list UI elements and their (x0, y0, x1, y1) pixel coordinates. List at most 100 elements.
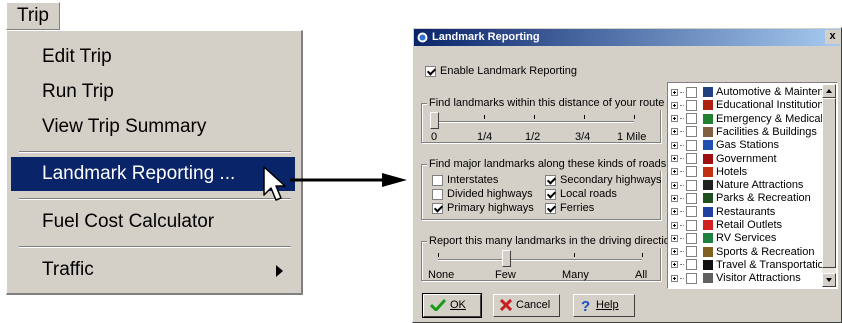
category-checkbox[interactable] (686, 113, 697, 125)
rv-icon (703, 233, 713, 244)
primary-highways-checkbox[interactable]: Primary highways (432, 202, 534, 215)
help-button[interactable]: ? Help (573, 294, 635, 317)
checkbox-box (432, 188, 443, 200)
tree-item[interactable]: Visitor Attractions (671, 272, 801, 285)
menu-item-run-trip[interactable]: Run Trip (11, 78, 295, 106)
school-icon (703, 100, 713, 111)
checkbox-box (432, 174, 443, 186)
landmark-categories-tree[interactable]: Automotive & MaintenanceEducational Inst… (667, 82, 838, 289)
gas-pump-icon (703, 140, 713, 151)
category-checkbox[interactable] (686, 206, 697, 218)
tree-item[interactable]: Sports & Recreation (671, 246, 814, 259)
expand-icon[interactable] (671, 194, 678, 202)
divided-highways-checkbox[interactable]: Divided highways (432, 188, 533, 201)
tree-connector (680, 158, 684, 160)
category-checkbox[interactable] (686, 86, 697, 98)
secondary-highways-checkbox[interactable]: Secondary highways (545, 174, 662, 187)
category-checkbox[interactable] (686, 272, 697, 284)
category-checkbox[interactable] (686, 192, 697, 204)
tree-scrollbar[interactable] (822, 84, 836, 287)
count-slider-thumb[interactable] (502, 250, 511, 267)
category-checkbox[interactable] (686, 179, 697, 191)
expand-icon[interactable] (671, 248, 678, 256)
tree-item[interactable]: Emergency & Medical (671, 113, 823, 126)
expand-icon[interactable] (671, 115, 678, 123)
menu-item-landmark-reporting[interactable]: Landmark Reporting ... (11, 157, 295, 191)
building-icon (703, 126, 713, 137)
tree-item[interactable]: Facilities & Buildings (671, 126, 817, 139)
menu-item-traffic[interactable]: Traffic (11, 256, 295, 284)
expand-icon[interactable] (671, 168, 678, 176)
distance-slider-track[interactable] (434, 121, 634, 123)
slider-tick (584, 115, 585, 119)
category-checkbox[interactable] (686, 166, 697, 178)
scroll-up-button[interactable] (822, 84, 836, 98)
category-checkbox[interactable] (686, 246, 697, 258)
ferries-checkbox[interactable]: Ferries (545, 202, 594, 215)
expand-icon[interactable] (671, 234, 678, 242)
category-checkbox[interactable] (686, 139, 697, 151)
tree-connector (680, 171, 684, 173)
local-roads-checkbox[interactable]: Local roads (545, 188, 617, 201)
category-checkbox[interactable] (686, 126, 697, 138)
scroll-down-button[interactable] (822, 273, 836, 287)
category-checkbox[interactable] (686, 153, 697, 165)
submenu-arrow-icon (276, 265, 283, 277)
tree-item[interactable]: RV Services (671, 232, 776, 245)
expand-icon[interactable] (671, 208, 678, 216)
menu-separator (19, 151, 291, 153)
dialog-titlebar[interactable]: Landmark Reporting x (414, 29, 840, 46)
expand-icon[interactable] (671, 181, 678, 189)
tree-item[interactable]: Travel & Transportation (671, 259, 823, 272)
category-label: Sports & Recreation (716, 245, 815, 258)
menu-item-edit-trip[interactable]: Edit Trip (11, 43, 295, 71)
category-checkbox[interactable] (686, 232, 697, 244)
tree-item[interactable]: Parks & Recreation (671, 192, 811, 205)
category-label: Nature Attractions (716, 179, 804, 192)
expand-icon[interactable] (671, 221, 678, 229)
expand-icon[interactable] (671, 101, 678, 109)
restaurant-icon (703, 206, 713, 217)
menu-item-view-trip-summary[interactable]: View Trip Summary (11, 113, 295, 141)
medical-icon (703, 113, 713, 124)
interstates-checkbox[interactable]: Interstates (432, 174, 498, 187)
tree-item[interactable]: Gas Stations (671, 139, 779, 152)
cancel-button[interactable]: Cancel (493, 294, 560, 317)
expand-icon[interactable] (671, 155, 678, 163)
ok-button[interactable]: OK (422, 293, 482, 318)
slider-tick (634, 115, 635, 119)
checkbox-box (425, 65, 436, 77)
menu-separator (19, 198, 291, 200)
scroll-thumb[interactable] (822, 98, 836, 268)
menu-trip[interactable]: Trip (6, 2, 60, 30)
expand-icon[interactable] (671, 88, 678, 96)
scale-label: All (635, 269, 648, 281)
category-checkbox[interactable] (686, 259, 697, 271)
tree-item[interactable]: Restaurants (671, 206, 775, 219)
slider-tick (534, 115, 535, 119)
tree-item[interactable]: Educational Institutions (671, 99, 823, 112)
checkbox-box (545, 202, 556, 214)
tree-item[interactable]: Hotels (671, 166, 747, 179)
expand-icon[interactable] (671, 128, 678, 136)
expand-icon[interactable] (671, 141, 678, 149)
park-icon (703, 193, 713, 204)
category-checkbox[interactable] (686, 99, 697, 111)
tree-item[interactable]: Government (671, 153, 777, 166)
menu-item-fuel-cost-calculator[interactable]: Fuel Cost Calculator (11, 208, 295, 236)
airplane-icon (703, 259, 713, 270)
tree-item[interactable]: Nature Attractions (671, 179, 803, 192)
tree-connector (680, 237, 684, 239)
distance-slider-thumb[interactable] (430, 112, 439, 129)
dialog-title: Landmark Reporting (432, 31, 540, 43)
count-slider-track[interactable] (438, 259, 642, 261)
category-label: Visitor Attractions (716, 272, 801, 285)
expand-icon[interactable] (671, 261, 678, 269)
expand-icon[interactable] (671, 274, 678, 282)
sports-icon (703, 246, 713, 257)
tree-item[interactable]: Retail Outlets (671, 219, 782, 232)
tree-item[interactable]: Automotive & Maintenance (671, 86, 823, 99)
close-button[interactable]: x (825, 30, 840, 44)
enable-landmark-reporting-checkbox[interactable]: Enable Landmark Reporting (425, 65, 577, 78)
category-checkbox[interactable] (686, 219, 697, 231)
